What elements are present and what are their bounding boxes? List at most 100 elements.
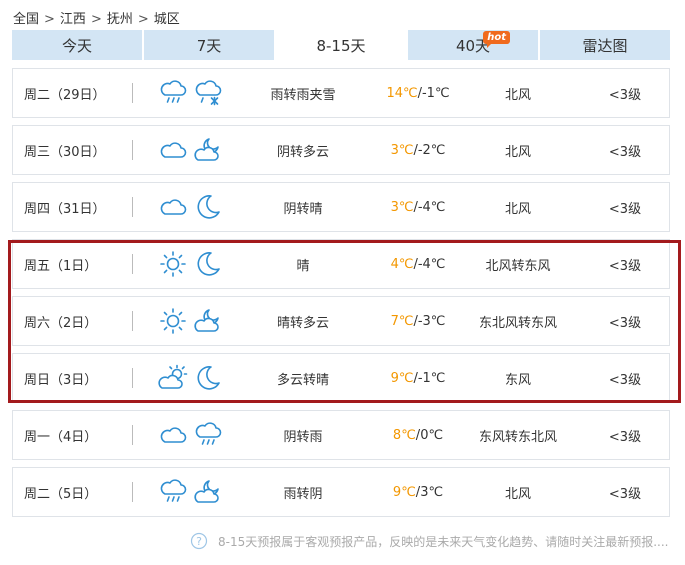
wind-direction: 北风 [504, 144, 531, 160]
row-divider [132, 482, 133, 502]
forecast-row: 周四（31日） 阴转晴 3℃ / -4℃ 北风 <3级 [12, 182, 670, 232]
weather-icons [158, 69, 223, 117]
footer-note-text: 8-15天预报属于客观预报产品，反映的是未来天气变化趋势、请随时关注最新预报..… [218, 534, 669, 549]
weather-description: 晴 [296, 258, 310, 274]
low-temp: 0℃ [420, 427, 444, 443]
row-divider [132, 83, 133, 103]
rain-cloud-icon [160, 479, 187, 502]
breadcrumb-item-province[interactable]: 江西 [60, 12, 86, 27]
tab-radar[interactable]: 雷达图 [540, 30, 670, 60]
forecast-tabs: 今天 7天 8-15天 40天 hot 雷达图 [12, 30, 670, 60]
wind-direction: 北风 [504, 201, 531, 217]
partly-cloudy-night-icon [194, 480, 219, 503]
row-divider [132, 197, 133, 217]
row-divider [132, 311, 133, 331]
high-temp: 8℃ [392, 427, 416, 443]
tab-8-15-days[interactable]: 8-15天 [276, 30, 406, 60]
forecast-row: 周一（4日） 阴转雨 8℃/0℃ 东风转东北风 <3级 [12, 410, 670, 460]
wind-level: <3级 [608, 486, 642, 502]
tab-label: 7天 [196, 36, 222, 55]
footer-note: ? 8-15天预报属于客观预报产品，反映的是未来天气变化趋势、请随时关注最新预报… [190, 532, 669, 550]
forecast-row: 周三（30日） 阴转多云 3℃ / -2℃ 北风 <3级 [12, 125, 670, 175]
wind-level: <3级 [608, 201, 642, 217]
moon-icon [197, 252, 220, 276]
weather-description: 晴转多云 [276, 315, 329, 331]
forecast-row: 周五（1日）晴 4℃ / -4℃ 北风转东风 <3级 [12, 239, 670, 289]
sun-icon [160, 308, 186, 334]
rain-snow-icon [195, 80, 222, 106]
row-divider [132, 140, 133, 160]
weather-icons [158, 297, 223, 345]
breadcrumb-item-district: 城区 [153, 12, 180, 27]
tab-7-days[interactable]: 7天 [144, 30, 274, 60]
forecast-day: 周一（4日） [24, 429, 98, 445]
forecast-row: 周日（3日） 多云转晴 9℃ / -1℃ 东风 <3级 [12, 353, 670, 403]
cloudy-icon [160, 142, 187, 158]
tab-40-days[interactable]: 40天 hot [408, 30, 538, 60]
wind-direction: 东北风转东风 [478, 315, 557, 331]
wind-level: <3级 [608, 87, 642, 103]
breadcrumb-item-city[interactable]: 抚州 [107, 12, 133, 27]
weather-icons [158, 468, 223, 516]
partly-cloudy-night-icon [194, 138, 219, 161]
tab-label: 8-15天 [316, 36, 366, 55]
help-icon[interactable]: ? [190, 532, 208, 550]
moon-icon [197, 195, 220, 219]
weather-description: 雨转雨夹雪 [270, 87, 336, 103]
cloudy-icon [160, 199, 187, 215]
low-temp: -4℃ [417, 256, 446, 272]
high-temp: 7℃ [390, 313, 414, 329]
high-temp: 14℃ [386, 85, 418, 101]
weather-description: 阴转多云 [276, 144, 329, 160]
wind-level: <3级 [608, 258, 642, 274]
low-temp: -1℃ [417, 370, 446, 386]
partly-cloudy-day-icon [158, 364, 188, 389]
breadcrumb-separator: > [44, 12, 55, 27]
high-temp: 4℃ [390, 256, 414, 272]
row-divider [132, 368, 133, 388]
rain-cloud-icon [160, 80, 187, 103]
weather-icons [158, 354, 223, 402]
weather-description: 多云转晴 [276, 372, 329, 388]
low-temp: -1℃ [421, 85, 450, 101]
forecast-day: 周日（3日） [24, 372, 98, 388]
cloudy-icon [160, 427, 187, 443]
forecast-day: 周六（2日） [24, 315, 98, 331]
low-temp: -3℃ [417, 313, 446, 329]
wind-direction: 北风 [504, 87, 531, 103]
low-temp: -2℃ [417, 142, 446, 158]
high-temp: 3℃ [390, 199, 414, 215]
hot-badge: hot [483, 31, 510, 48]
tab-today[interactable]: 今天 [12, 30, 142, 60]
low-temp: -4℃ [417, 199, 446, 215]
forecast-day: 周二（5日） [24, 486, 98, 502]
high-temp: 9℃ [390, 370, 414, 386]
high-temp: 9℃ [392, 484, 416, 500]
weather-icons [158, 411, 223, 459]
row-divider [132, 425, 133, 445]
row-divider [132, 254, 133, 274]
forecast-day: 周四（31日） [24, 201, 106, 217]
weather-icons [158, 183, 223, 231]
low-temp: 3℃ [420, 484, 444, 500]
wind-level: <3级 [608, 429, 642, 445]
breadcrumb-item-country[interactable]: 全国 [13, 12, 39, 27]
wind-direction: 东风 [504, 372, 531, 388]
partly-cloudy-night-icon [194, 309, 219, 332]
forecast-day: 周二（29日） [24, 87, 106, 103]
forecast-day: 周五（1日） [24, 258, 98, 274]
forecast-row: 周二（5日） 雨转阴 9℃/3℃ 北风 <3级 [12, 467, 670, 517]
weather-description: 阴转晴 [283, 201, 323, 217]
breadcrumb: 全国 > 江西 > 抚州 > 城区 [13, 8, 180, 27]
svg-text:?: ? [196, 535, 202, 548]
forecast-day: 周三（30日） [24, 144, 106, 160]
sun-icon [160, 251, 186, 277]
weather-description: 雨转阴 [283, 486, 323, 502]
wind-level: <3级 [608, 372, 642, 388]
tab-label: 今天 [61, 36, 92, 55]
wind-direction: 东风转东北风 [478, 429, 557, 445]
wind-level: <3级 [608, 144, 642, 160]
weather-description: 阴转雨 [283, 429, 323, 445]
forecast-row: 周六（2日） 晴转多云 7℃ / -3℃ 东北风转东风 <3级 [12, 296, 670, 346]
wind-direction: 北风 [504, 486, 531, 502]
